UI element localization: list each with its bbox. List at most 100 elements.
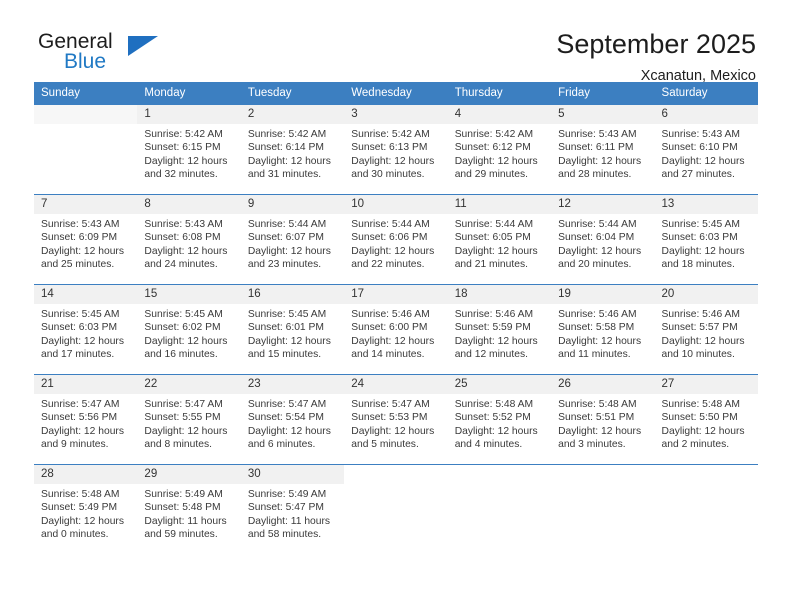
day-sun-info	[34, 124, 137, 128]
calendar-day-cell[interactable]: 3 Sunrise: 5:42 AM Sunset: 6:13 PM Daylight…	[344, 104, 448, 195]
daylight-text-line1: Daylight: 12 hours	[247, 425, 331, 437]
sunset-text: Sunset: 6:13 PM	[351, 142, 428, 154]
day-cell-content: 19 Sunrise: 5:46 AM Sunset: 5:58 PM Dayligh…	[551, 285, 655, 374]
title-block: September 2025 Xcanatun, Mexico	[556, 28, 758, 86]
calendar-day-cell[interactable]: 17 Sunrise: 5:46 AM Sunset: 6:00 PM Dayligh…	[344, 284, 448, 375]
day-cell-content: 1 Sunrise: 5:42 AM Sunset: 6:15 PM Daylight…	[137, 105, 241, 194]
calendar-day-cell[interactable]	[447, 464, 552, 555]
day-sun-info: Sunrise: 5:49 AM Sunset: 5:47 PM Daylight:…	[241, 484, 344, 542]
day-cell-content: 5 Sunrise: 5:43 AM Sunset: 6:11 PM Daylight…	[551, 105, 655, 194]
sunset-text: Sunset: 5:54 PM	[247, 412, 324, 424]
calendar-day-cell[interactable]: 6 Sunrise: 5:43 AM Sunset: 6:10 PM Daylight…	[654, 104, 758, 195]
sunset-text: Sunset: 6:12 PM	[454, 142, 531, 154]
calendar-day-cell[interactable]: 4 Sunrise: 5:42 AM Sunset: 6:12 PM Daylight…	[447, 104, 552, 195]
day-number: 1	[137, 105, 241, 124]
day-sun-info: Sunrise: 5:44 AM Sunset: 6:04 PM Daylight:…	[551, 214, 654, 272]
day-number: 27	[654, 375, 758, 394]
daylight-text-line2: and 9 minutes.	[41, 439, 109, 451]
day-number: 7	[34, 195, 138, 214]
calendar-day-cell[interactable]: 8 Sunrise: 5:43 AM Sunset: 6:08 PM Daylight…	[137, 194, 241, 285]
daylight-text-line1: Daylight: 12 hours	[41, 335, 124, 347]
calendar-day-cell[interactable]: 28 Sunrise: 5:48 AM Sunset: 5:49 PM Dayligh…	[34, 464, 138, 555]
day-sun-info: Sunrise: 5:46 AM Sunset: 5:59 PM Daylight:…	[448, 304, 551, 362]
day-number: 29	[137, 465, 241, 484]
sunrise-text: Sunrise: 5:48 AM	[454, 399, 534, 410]
calendar-day-cell[interactable]: 22 Sunrise: 5:47 AM Sunset: 5:55 PM Dayligh…	[137, 374, 241, 465]
day-cell-content: 28 Sunrise: 5:48 AM Sunset: 5:49 PM Dayligh…	[34, 465, 138, 555]
calendar-day-cell[interactable]: 1 Sunrise: 5:42 AM Sunset: 6:15 PM Daylight…	[137, 104, 241, 195]
daylight-text-line1: Daylight: 12 hours	[351, 155, 435, 167]
calendar-day-cell[interactable]	[551, 464, 655, 555]
calendar-day-cell[interactable]: 20 Sunrise: 5:46 AM Sunset: 5:57 PM Dayligh…	[654, 284, 758, 375]
day-sun-info: Sunrise: 5:48 AM Sunset: 5:49 PM Daylight:…	[34, 484, 137, 542]
day-number: 8	[137, 195, 241, 214]
calendar-day-cell[interactable]: 15 Sunrise: 5:45 AM Sunset: 6:02 PM Dayligh…	[137, 284, 241, 375]
day-number: 3	[344, 105, 448, 124]
day-number	[344, 465, 447, 484]
day-number: 12	[551, 195, 655, 214]
calendar-day-cell[interactable]: 14 Sunrise: 5:45 AM Sunset: 6:03 PM Dayligh…	[34, 284, 138, 375]
calendar-day-cell[interactable]: 9 Sunrise: 5:44 AM Sunset: 6:07 PM Daylight…	[240, 194, 345, 285]
day-number: 30	[240, 465, 345, 484]
calendar-day-cell[interactable]: 19 Sunrise: 5:46 AM Sunset: 5:58 PM Dayligh…	[551, 284, 655, 375]
day-cell-content: 24 Sunrise: 5:47 AM Sunset: 5:53 PM Dayligh…	[344, 375, 448, 464]
sunrise-text: Sunrise: 5:42 AM	[351, 129, 430, 140]
day-cell-content: 10 Sunrise: 5:44 AM Sunset: 6:06 PM Dayligh…	[344, 195, 448, 284]
daylight-text-line2: and 21 minutes.	[454, 259, 528, 271]
daylight-text-line1: Daylight: 12 hours	[558, 245, 642, 257]
day-sun-info: Sunrise: 5:42 AM Sunset: 6:12 PM Daylight:…	[448, 124, 551, 182]
calendar-day-cell[interactable]: 7 Sunrise: 5:43 AM Sunset: 6:09 PM Daylight…	[34, 194, 138, 285]
day-sun-info: Sunrise: 5:47 AM Sunset: 5:55 PM Daylight:…	[137, 394, 240, 452]
calendar-day-cell[interactable]: 26 Sunrise: 5:48 AM Sunset: 5:51 PM Dayligh…	[551, 374, 655, 465]
calendar-day-cell[interactable]: 2 Sunrise: 5:42 AM Sunset: 6:14 PM Daylight…	[240, 104, 345, 195]
daylight-text-line1: Daylight: 12 hours	[558, 155, 642, 167]
calendar-day-cell[interactable]: 27 Sunrise: 5:48 AM Sunset: 5:50 PM Dayligh…	[654, 374, 758, 465]
sunrise-text: Sunrise: 5:48 AM	[558, 399, 637, 410]
calendar-day-cell[interactable]	[344, 464, 448, 555]
calendar-week-row: 1 Sunrise: 5:42 AM Sunset: 6:15 PM Daylight…	[34, 104, 758, 195]
day-sun-info: Sunrise: 5:47 AM Sunset: 5:53 PM Daylight:…	[344, 394, 447, 452]
sunrise-text: Sunrise: 5:46 AM	[661, 309, 740, 320]
sunrise-text: Sunrise: 5:48 AM	[41, 489, 120, 500]
day-sun-info: Sunrise: 5:45 AM Sunset: 6:03 PM Daylight:…	[655, 214, 758, 272]
brand-logo[interactable]: General Blue	[34, 28, 218, 82]
daylight-text-line2: and 58 minutes.	[247, 529, 322, 541]
calendar-day-cell[interactable]: 25 Sunrise: 5:48 AM Sunset: 5:52 PM Dayligh…	[447, 374, 552, 465]
day-cell-content	[655, 465, 758, 555]
calendar-day-cell[interactable]: 13 Sunrise: 5:45 AM Sunset: 6:03 PM Dayligh…	[654, 194, 758, 285]
day-cell-content: 2 Sunrise: 5:42 AM Sunset: 6:14 PM Daylight…	[240, 105, 345, 194]
sunrise-text: Sunrise: 5:47 AM	[41, 399, 120, 410]
calendar-day-cell[interactable]: 16 Sunrise: 5:45 AM Sunset: 6:01 PM Dayligh…	[240, 284, 345, 375]
calendar-day-cell[interactable]: 11 Sunrise: 5:44 AM Sunset: 6:05 PM Dayligh…	[447, 194, 552, 285]
calendar-day-cell[interactable]	[34, 104, 138, 195]
calendar-week-row: 21 Sunrise: 5:47 AM Sunset: 5:56 PM Dayligh…	[34, 374, 758, 465]
sunset-text: Sunset: 5:59 PM	[454, 322, 531, 334]
calendar-day-cell[interactable]: 12 Sunrise: 5:44 AM Sunset: 6:04 PM Dayligh…	[551, 194, 655, 285]
sunset-text: Sunset: 5:52 PM	[454, 412, 531, 424]
calendar-day-cell[interactable]: 10 Sunrise: 5:44 AM Sunset: 6:06 PM Dayligh…	[344, 194, 448, 285]
daylight-text-line1: Daylight: 12 hours	[454, 245, 538, 257]
sunset-text: Sunset: 6:15 PM	[144, 142, 221, 154]
calendar-day-cell[interactable]: 29 Sunrise: 5:49 AM Sunset: 5:48 PM Dayligh…	[137, 464, 241, 555]
daylight-text-line2: and 12 minutes.	[454, 349, 528, 361]
weekday-header-monday: Monday	[137, 82, 241, 105]
day-cell-content: 26 Sunrise: 5:48 AM Sunset: 5:51 PM Dayligh…	[551, 375, 655, 464]
calendar-day-cell[interactable]: 24 Sunrise: 5:47 AM Sunset: 5:53 PM Dayligh…	[344, 374, 448, 465]
calendar-day-cell[interactable]: 23 Sunrise: 5:47 AM Sunset: 5:54 PM Dayligh…	[240, 374, 345, 465]
calendar-day-cell[interactable]	[654, 464, 758, 555]
sunset-text: Sunset: 6:00 PM	[351, 322, 428, 334]
sunrise-text: Sunrise: 5:47 AM	[144, 399, 223, 410]
daylight-text-line1: Daylight: 12 hours	[454, 425, 538, 437]
daylight-text-line2: and 20 minutes.	[558, 259, 632, 271]
sunset-text: Sunset: 5:57 PM	[661, 322, 738, 334]
day-cell-content: 30 Sunrise: 5:49 AM Sunset: 5:47 PM Dayligh…	[240, 465, 345, 555]
daylight-text-line1: Daylight: 12 hours	[41, 515, 124, 527]
calendar-day-cell[interactable]: 18 Sunrise: 5:46 AM Sunset: 5:59 PM Dayligh…	[447, 284, 552, 375]
daylight-text-line1: Daylight: 12 hours	[351, 425, 435, 437]
daylight-text-line2: and 31 minutes.	[247, 169, 322, 181]
daylight-text-line2: and 2 minutes.	[661, 439, 730, 451]
calendar-day-cell[interactable]: 21 Sunrise: 5:47 AM Sunset: 5:56 PM Dayligh…	[34, 374, 138, 465]
daylight-text-line2: and 30 minutes.	[351, 169, 425, 181]
calendar-day-cell[interactable]: 5 Sunrise: 5:43 AM Sunset: 6:11 PM Daylight…	[551, 104, 655, 195]
calendar-day-cell[interactable]: 30 Sunrise: 5:49 AM Sunset: 5:47 PM Dayligh…	[240, 464, 345, 555]
